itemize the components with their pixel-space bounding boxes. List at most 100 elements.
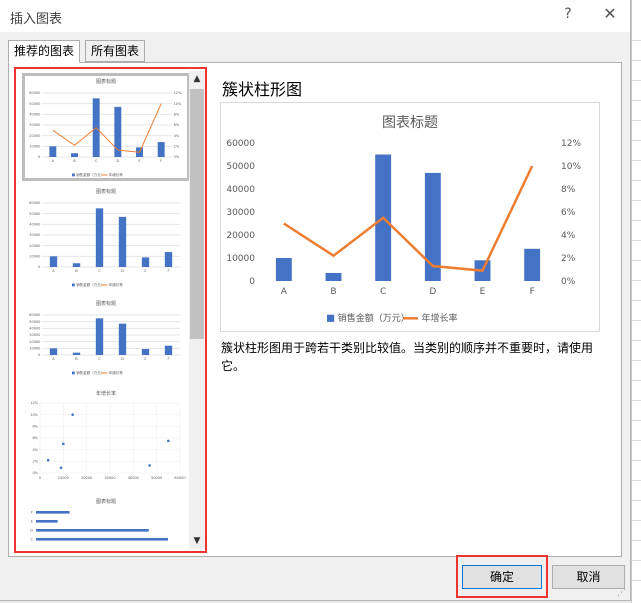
chart-thumbnail-bar[interactable]: 图表标题 0 10000 20000 30000 40000 50000 60000 A B C D E… bbox=[24, 297, 188, 377]
x-tick-label: 60000 bbox=[174, 476, 185, 480]
legend-label-sales: 销售金额（万元） bbox=[76, 172, 104, 177]
y-tick-label: 20000 bbox=[226, 231, 255, 241]
y-tick-label: 8% bbox=[32, 425, 38, 429]
chart-title: 图表标题 bbox=[96, 78, 116, 85]
scatter-point-C bbox=[167, 439, 170, 443]
x-tick-label: B bbox=[73, 159, 76, 163]
ok-button-highlight bbox=[456, 555, 548, 598]
x-tick-label: A bbox=[281, 287, 288, 297]
help-button[interactable]: ? bbox=[560, 6, 576, 22]
scroll-up-icon[interactable]: ▲ bbox=[189, 71, 205, 87]
scroll-down-icon[interactable]: ▼ bbox=[189, 533, 205, 549]
chart-thumbnail-combo[interactable]: 图表标题 0 0% 10000 2% 20000 4% 30000 6% 40000 8% 50000… bbox=[22, 73, 190, 181]
y-tick-label: 60000 bbox=[29, 91, 40, 95]
tab-all-charts[interactable]: 所有图表 bbox=[85, 40, 146, 62]
x-tick-label: E bbox=[138, 159, 140, 163]
thumbnail-svg: 图表标题 F E D C bbox=[30, 498, 168, 542]
y2-tick-label: 0% bbox=[174, 155, 180, 159]
bar-E bbox=[141, 257, 150, 267]
thumbnail-svg: 图表标题 0 10000 20000 30000 40000 50000 60000 A B C D E… bbox=[29, 300, 180, 375]
growth-rate-line bbox=[283, 165, 534, 272]
title-bar: 插入图表 ? ✕ bbox=[0, 0, 630, 32]
y2-tick-label: 12% bbox=[174, 91, 182, 95]
legend-label-growth: 年增长率 bbox=[109, 172, 123, 177]
preview-heading: 簇状柱形图 bbox=[222, 80, 303, 99]
y-tick-label: D bbox=[30, 529, 33, 533]
thumbnail-svg: 图表标题 0 0% 10000 2% 20000 4% 30000 6% 40000 8% 50000… bbox=[29, 78, 182, 177]
scatter-point-F bbox=[71, 413, 74, 416]
y-tick-label: 10000 bbox=[29, 145, 40, 149]
bar-B bbox=[72, 352, 81, 355]
y-tick-label: 0% bbox=[32, 471, 38, 475]
x-tick-label: A bbox=[52, 159, 55, 163]
preview-chart: 图表标题 0 0% 10000 2% 20000 4% 30000 6% 40000 8% 50000… bbox=[220, 102, 600, 332]
x-tick-label: D bbox=[121, 269, 124, 273]
y-tick-label: E bbox=[31, 520, 33, 524]
spreadsheet-edge bbox=[631, 0, 641, 603]
y-tick-label: 40000 bbox=[29, 327, 40, 331]
y-tick-label: 30000 bbox=[29, 123, 40, 127]
bar-A bbox=[49, 146, 57, 157]
y-tick-label: 0 bbox=[38, 353, 40, 357]
y2-tick-label: 8% bbox=[174, 113, 180, 117]
x-tick-label: D bbox=[429, 287, 436, 297]
y-tick-label: 20000 bbox=[29, 244, 40, 248]
y2-tick-label: 2% bbox=[561, 254, 576, 264]
hbar-D bbox=[36, 529, 149, 532]
bar-F bbox=[524, 248, 541, 281]
resize-grip-icon[interactable]: ⋰ bbox=[617, 588, 626, 598]
y2-tick-label: 10% bbox=[561, 162, 581, 172]
x-tick-label: C bbox=[95, 159, 98, 163]
y2-tick-label: 6% bbox=[174, 123, 180, 127]
scatter-point-E bbox=[59, 466, 63, 470]
x-tick-label: F bbox=[530, 287, 535, 297]
bar-B bbox=[325, 272, 342, 281]
y-tick-label: 50000 bbox=[29, 212, 40, 216]
y-tick-label: 30000 bbox=[226, 208, 255, 218]
close-button[interactable]: ✕ bbox=[601, 4, 619, 23]
y-tick-label: 50000 bbox=[226, 162, 255, 172]
dialog-title: 插入图表 bbox=[10, 12, 63, 27]
y-tick-label: 60000 bbox=[29, 313, 40, 317]
y2-tick-label: 8% bbox=[561, 185, 576, 195]
y-tick-label: 10000 bbox=[226, 254, 255, 264]
y-tick-label: 40000 bbox=[29, 113, 40, 117]
chart-thumbnail-scatter[interactable]: 年增长率 0% 2% 4% 6% 8% 10% 12% 0 10000 20000 30000 4000… bbox=[24, 387, 188, 487]
x-tick-label: E bbox=[480, 287, 486, 297]
preview-description: 簇状柱形图用于跨若干类别比较值。当类别的顺序并不重要时，请使用它。 bbox=[221, 341, 594, 373]
y-tick-label: 6% bbox=[32, 436, 38, 440]
y-tick-label: 30000 bbox=[29, 333, 40, 337]
legend-label-growth: 年增长率 bbox=[109, 282, 123, 287]
legend-label-sales: 销售金额（万元） bbox=[338, 312, 410, 324]
hbar-C bbox=[36, 538, 168, 541]
growth-rate-line bbox=[52, 103, 162, 153]
bar-F bbox=[164, 252, 173, 267]
legend-label-sales: 销售金额（万元） bbox=[76, 282, 104, 287]
x-tick-label: D bbox=[121, 357, 124, 361]
y-tick-label: 12% bbox=[30, 401, 38, 405]
x-tick-label: 10000 bbox=[58, 476, 69, 480]
bar-E bbox=[141, 349, 150, 355]
y-tick-label: 2% bbox=[32, 460, 38, 464]
chart-title: 图表标题 bbox=[382, 115, 438, 131]
bar-A bbox=[49, 256, 58, 267]
chart-thumbnail-bar[interactable]: 图表标题 0 10000 20000 30000 40000 50000 60000 A B C D E… bbox=[24, 185, 188, 289]
bar-A bbox=[275, 258, 292, 281]
y-tick-label: 0 bbox=[38, 265, 40, 269]
x-tick-label: B bbox=[330, 287, 336, 297]
y2-tick-label: 10% bbox=[174, 102, 182, 106]
tab-recommended-charts[interactable]: 推荐的图表 bbox=[8, 40, 81, 63]
x-tick-label: C bbox=[98, 357, 101, 361]
hbar-F bbox=[36, 511, 70, 514]
legend-swatch-sales bbox=[72, 371, 75, 375]
x-tick-label: F bbox=[167, 269, 169, 273]
legend-label-growth: 年增长率 bbox=[109, 370, 123, 375]
list-scrollbar[interactable]: ▲ ▼ bbox=[189, 71, 205, 549]
recommended-chart-list: 图表标题 0 0% 10000 2% 20000 4% 30000 6% 40000 8% 50000… bbox=[14, 67, 207, 553]
cancel-button[interactable]: 取消 bbox=[552, 565, 625, 589]
x-tick-label: F bbox=[167, 357, 169, 361]
y2-tick-label: 2% bbox=[174, 145, 180, 149]
scroll-thumb[interactable] bbox=[190, 89, 204, 339]
chart-thumbnail-hbar[interactable]: 图表标题 F E D C bbox=[24, 495, 188, 551]
x-tick-label: D bbox=[116, 159, 119, 163]
